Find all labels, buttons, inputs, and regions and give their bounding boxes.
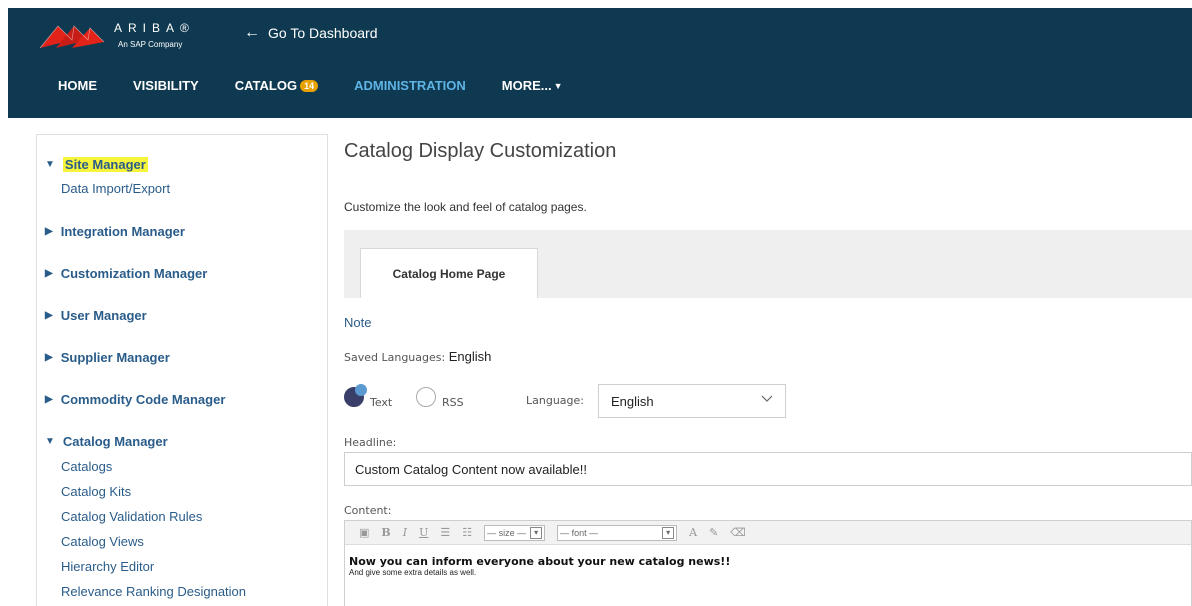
- content-type-row: Text RSS Language: English: [340, 383, 800, 418]
- content-label: Content:: [344, 504, 392, 517]
- eraser-icon[interactable]: ⌫: [730, 526, 746, 539]
- nav-visibility-label: VISIBILITY: [133, 78, 199, 93]
- headline-label: Headline:: [344, 436, 397, 449]
- sidebar-catalog-kits[interactable]: Catalog Kits: [61, 484, 131, 499]
- triangle-right-icon: ▶: [45, 352, 53, 363]
- radio-rss[interactable]: RSS: [416, 384, 464, 409]
- main-nav: HOME VISIBILITY CATALOG 14 ADMINISTRATION…: [58, 78, 599, 93]
- triangle-down-icon: ▼: [45, 436, 55, 447]
- sidebar-supplier-manager[interactable]: ▶ Supplier Manager: [45, 350, 170, 365]
- radio-unselected-icon: [416, 386, 436, 407]
- supplier-manager-label: Supplier Manager: [60, 350, 170, 365]
- triangle-right-icon: ▶: [45, 226, 53, 237]
- sidebar-hierarchy-editor[interactable]: Hierarchy Editor: [61, 559, 154, 574]
- content-line-2: And give some extra details as well.: [349, 568, 477, 577]
- sidebar-integration-manager[interactable]: ▶ Integration Manager: [45, 224, 185, 239]
- radio-selected-icon: [344, 383, 367, 407]
- sidebar-catalog-validation-rules[interactable]: Catalog Validation Rules: [61, 509, 202, 524]
- triangle-down-icon: ▼: [45, 159, 55, 170]
- radio-text-label: Text: [370, 396, 393, 409]
- tab-catalog-home-page[interactable]: Catalog Home Page: [360, 248, 538, 298]
- nav-administration-label: ADMINISTRATION: [354, 78, 466, 93]
- radio-rss-label: RSS: [442, 396, 464, 409]
- sidebar-catalog-manager[interactable]: ▼ Catalog Manager: [45, 434, 168, 449]
- saved-languages-value: English: [448, 349, 492, 364]
- note-link[interactable]: Note: [344, 315, 371, 330]
- sidebar-data-import-export[interactable]: Data Import/Export: [61, 181, 170, 196]
- language-label: Language:: [526, 394, 584, 407]
- tab-bar: Catalog Home Page: [344, 230, 1192, 298]
- content-line-1: Now you can inform everyone about your n…: [349, 555, 731, 568]
- go-to-dashboard-label: Go To Dashboard: [268, 25, 378, 41]
- nav-more-label: MORE...: [501, 78, 552, 93]
- language-select-value: English: [611, 393, 654, 409]
- ariba-logo[interactable]: ARIBA® An SAP Company: [38, 18, 198, 58]
- nav-visibility[interactable]: VISIBILITY: [133, 78, 199, 93]
- triangle-right-icon: ▶: [45, 268, 53, 279]
- nav-more[interactable]: MORE... ▼: [502, 78, 563, 93]
- content-editor[interactable]: ▣ B I U ☰ ☷ — size — ▾ — font — ▾ A ✎ ⌫ No…: [344, 520, 1192, 606]
- integration-manager-label: Integration Manager: [60, 224, 185, 239]
- logo-subtitle: An SAP Company: [118, 40, 183, 49]
- site-manager-label: Site Manager: [62, 157, 148, 172]
- radio-text[interactable]: Text: [344, 383, 393, 409]
- nav-catalog-label: CATALOG: [234, 78, 298, 93]
- commodity-code-manager-label: Commodity Code Manager: [60, 392, 226, 407]
- font-family-select[interactable]: — font — ▾: [557, 524, 678, 541]
- chevron-down-icon: ▾: [662, 526, 675, 539]
- ariba-logo-icon: [39, 25, 105, 49]
- nav-home-label: HOME: [58, 78, 97, 93]
- italic-button[interactable]: I: [403, 526, 407, 539]
- top-header: ARIBA® An SAP Company ← Go To Dashboard …: [8, 8, 1192, 118]
- go-to-dashboard-link[interactable]: ← Go To Dashboard: [244, 24, 377, 42]
- triangle-right-icon: ▶: [45, 310, 53, 321]
- sidebar-customization-manager[interactable]: ▶ Customization Manager: [45, 266, 207, 281]
- text-color-icon[interactable]: A: [689, 526, 697, 539]
- editor-body[interactable]: Now you can inform everyone about your n…: [345, 545, 1191, 587]
- insert-image-icon[interactable]: ▣: [359, 526, 369, 539]
- caret-down-icon: ▼: [553, 80, 563, 91]
- headline-input[interactable]: [344, 452, 1192, 486]
- nav-administration[interactable]: ADMINISTRATION: [354, 78, 466, 93]
- triangle-right-icon: ▶: [45, 394, 53, 405]
- catalog-count-badge: 14: [300, 79, 319, 92]
- catalog-manager-label: Catalog Manager: [62, 434, 168, 449]
- bold-button[interactable]: B: [381, 526, 390, 539]
- admin-sidebar: ▼ Site Manager Data Import/Export ▶ Integr…: [36, 134, 328, 606]
- nav-home[interactable]: HOME: [58, 78, 97, 93]
- highlight-color-icon[interactable]: ✎: [709, 526, 718, 539]
- sidebar-user-manager[interactable]: ▶ User Manager: [45, 308, 147, 323]
- user-manager-label: User Manager: [60, 308, 147, 323]
- font-family-value: — font —: [560, 527, 599, 538]
- customization-manager-label: Customization Manager: [60, 266, 208, 281]
- page-description: Customize the look and feel of catalog p…: [344, 200, 587, 214]
- page-title: Catalog Display Customization: [344, 140, 617, 162]
- logo-wordmark: ARIBA®: [114, 21, 195, 35]
- sidebar-commodity-code-manager[interactable]: ▶ Commodity Code Manager: [45, 392, 225, 407]
- sidebar-relevance-ranking-designation[interactable]: Relevance Ranking Designation: [61, 584, 246, 599]
- bullet-list-icon[interactable]: ☷: [462, 526, 472, 539]
- editor-toolbar: ▣ B I U ☰ ☷ — size — ▾ — font — ▾ A ✎ ⌫: [345, 521, 1191, 545]
- font-size-value: — size —: [487, 527, 527, 538]
- numbered-list-icon[interactable]: ☰: [440, 526, 450, 539]
- sidebar-catalog-views[interactable]: Catalog Views: [61, 534, 144, 549]
- sidebar-catalogs[interactable]: Catalogs: [61, 459, 112, 474]
- arrow-left-icon: ←: [244, 24, 260, 41]
- sidebar-site-manager[interactable]: ▼ Site Manager: [45, 157, 148, 172]
- underline-button[interactable]: U: [419, 526, 428, 539]
- saved-languages: Saved Languages: English: [344, 349, 491, 364]
- chevron-down-icon: ▾: [530, 526, 543, 539]
- nav-catalog[interactable]: CATALOG 14: [234, 78, 319, 93]
- saved-languages-label: Saved Languages:: [344, 351, 446, 364]
- font-size-select[interactable]: — size — ▾: [484, 524, 546, 541]
- chevron-down-icon: [761, 395, 773, 402]
- language-select[interactable]: English: [598, 384, 786, 418]
